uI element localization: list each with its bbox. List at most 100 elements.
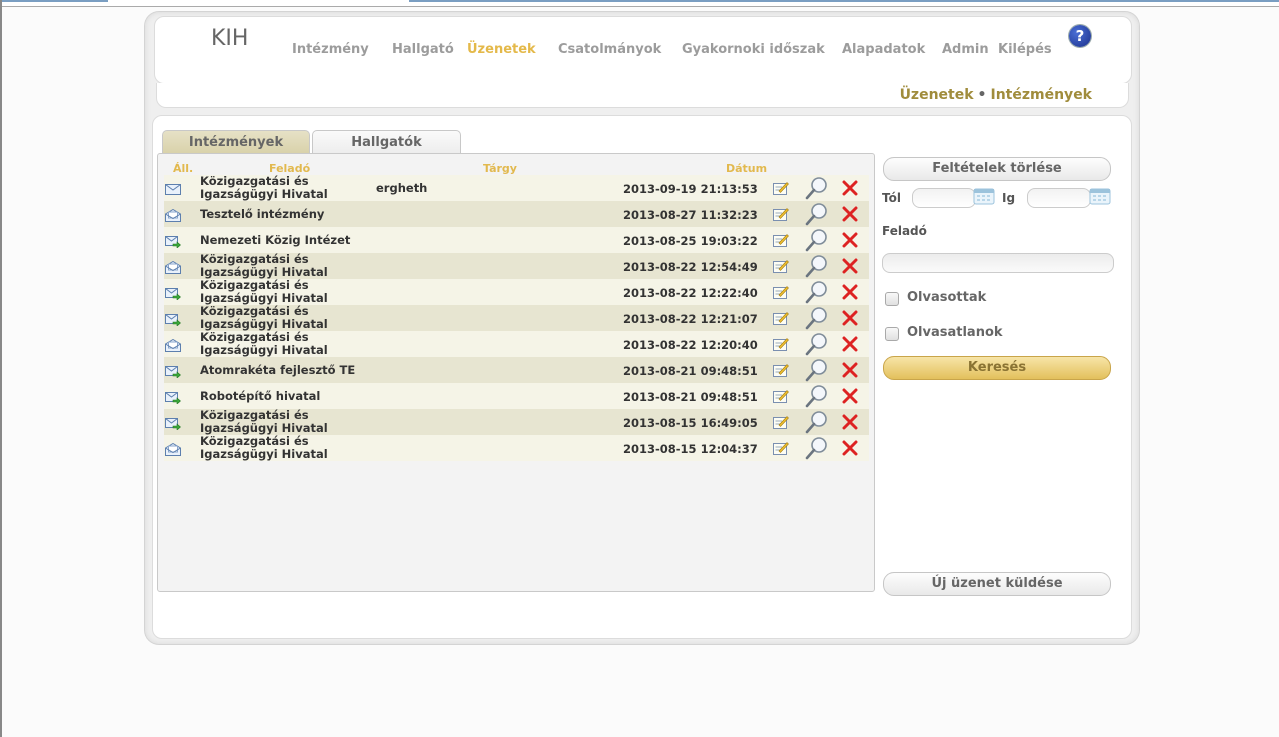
delete-icon[interactable] [842, 440, 858, 456]
delete-icon[interactable] [842, 362, 858, 378]
row-date: 2013-08-27 11:32:23 [623, 208, 758, 222]
tab-intezmenyek[interactable]: Intézmények [162, 130, 310, 155]
column-header-status: Áll. [173, 162, 194, 175]
envelope-open-icon [165, 207, 181, 222]
row-sender: Nemezeti Közig Intézet [200, 232, 351, 247]
nav-alapadatok[interactable]: Alapadatok [842, 42, 925, 57]
envelope-forward-icon [165, 363, 181, 379]
nav-gyakornoki-idoszak[interactable]: Gyakornoki időszak [682, 42, 825, 57]
magnifier-icon[interactable] [805, 436, 829, 460]
envelope-forward-icon [165, 233, 181, 249]
help-icon[interactable]: ? [1069, 25, 1091, 47]
row-date: 2013-08-25 19:03:22 [623, 234, 758, 248]
nav-csatolmanyok[interactable]: Csatolmányok [558, 42, 661, 57]
column-header-subject: Tárgy [483, 162, 517, 175]
sender-filter-input[interactable] [882, 253, 1114, 273]
table-row[interactable]: Közigazgatási és Igazságügyi Hivatal 2013… [164, 435, 869, 461]
search-button[interactable]: Keresés [883, 356, 1111, 380]
row-sender: Atomrakéta fejlesztő TE [200, 362, 356, 377]
delete-icon[interactable] [842, 284, 858, 300]
magnifier-icon[interactable] [805, 280, 829, 304]
edit-icon[interactable] [773, 414, 789, 429]
read-checkbox[interactable] [885, 292, 899, 306]
to-date-label: Ig [1002, 191, 1016, 205]
envelope-forward-icon [165, 389, 181, 405]
calendar-icon[interactable] [973, 188, 995, 205]
envelope-forward-icon [165, 415, 181, 431]
row-date: 2013-08-22 12:54:49 [623, 260, 758, 274]
clear-filters-button[interactable]: Feltételek törlése [883, 157, 1111, 181]
edit-icon[interactable] [773, 336, 789, 351]
table-row[interactable]: Közigazgatási és Igazságügyi Hivatal 2013… [164, 409, 869, 435]
browser-top-edge-mark [2, 0, 108, 2]
to-date-input[interactable] [1027, 188, 1091, 208]
row-sender: Közigazgatási és Igazságügyi Hivatal [200, 174, 328, 201]
magnifier-icon[interactable] [805, 202, 829, 226]
table-row[interactable]: Robotépítő hivatal 2013-08-21 09:48:51 [164, 383, 869, 409]
edit-icon[interactable] [773, 362, 789, 377]
read-checkbox-label: Olvasottak [907, 290, 987, 305]
from-date-input[interactable] [912, 188, 976, 208]
row-date: 2013-08-22 12:21:07 [623, 312, 758, 326]
edit-icon[interactable] [773, 206, 789, 221]
unread-checkbox-label: Olvasatlanok [907, 325, 1003, 340]
new-message-button[interactable]: Új üzenet küldése [883, 572, 1111, 596]
breadcrumb-item-intezmenyek[interactable]: Intézmények [991, 87, 1093, 103]
unread-checkbox[interactable] [885, 327, 899, 341]
breadcrumb-separator: • [977, 87, 987, 103]
delete-icon[interactable] [842, 258, 858, 274]
row-sender: Közigazgatási és Igazságügyi Hivatal [200, 278, 328, 305]
delete-icon[interactable] [842, 414, 858, 430]
calendar-icon[interactable] [1089, 188, 1111, 205]
magnifier-icon[interactable] [805, 358, 829, 382]
app-logo: KIH [211, 26, 249, 51]
delete-icon[interactable] [842, 232, 858, 248]
edit-icon[interactable] [773, 440, 789, 455]
from-date-label: Tól [882, 191, 901, 205]
row-sender: Tesztelő intézmény [200, 206, 325, 221]
magnifier-icon[interactable] [805, 176, 829, 200]
edit-icon[interactable] [773, 180, 789, 195]
table-row[interactable]: Közigazgatási és Igazságügyi Hivatal 2013… [164, 305, 869, 331]
table-row[interactable]: Nemezeti Közig Intézet 2013-08-25 19:03:2… [164, 227, 869, 253]
table-row[interactable]: Közigazgatási és Igazságügyi Hivatal ergh… [164, 175, 869, 201]
breadcrumb-item-uzenetek[interactable]: Üzenetek [900, 87, 974, 103]
nav-admin[interactable]: Admin [942, 42, 989, 57]
delete-icon[interactable] [842, 336, 858, 352]
table-row[interactable]: Közigazgatási és Igazságügyi Hivatal 2013… [164, 253, 869, 279]
delete-icon[interactable] [842, 388, 858, 404]
table-row[interactable]: Tesztelő intézmény 2013-08-27 11:32:23 [164, 201, 869, 227]
delete-icon[interactable] [842, 206, 858, 222]
magnifier-icon[interactable] [805, 306, 829, 330]
delete-icon[interactable] [842, 310, 858, 326]
edit-icon[interactable] [773, 232, 789, 247]
nav-uzenetek[interactable]: Üzenetek [467, 42, 536, 57]
magnifier-icon[interactable] [805, 410, 829, 434]
edit-icon[interactable] [773, 284, 789, 299]
magnifier-icon[interactable] [805, 384, 829, 408]
edit-icon[interactable] [773, 258, 789, 273]
magnifier-icon[interactable] [805, 228, 829, 252]
row-date: 2013-08-21 09:48:51 [623, 364, 758, 378]
edit-icon[interactable] [773, 388, 789, 403]
row-sender: Közigazgatási és Igazságügyi Hivatal [200, 252, 328, 279]
row-date: 2013-08-22 12:22:40 [623, 286, 758, 300]
browser-top-edge-mark [409, 0, 1279, 2]
nav-hallgato[interactable]: Hallgató [392, 42, 454, 57]
delete-icon[interactable] [842, 180, 858, 196]
nav-intezmeny[interactable]: Intézmény [292, 42, 369, 57]
table-row[interactable]: Közigazgatási és Igazságügyi Hivatal 2013… [164, 331, 869, 357]
envelope-open-icon [165, 441, 181, 456]
row-sender: Robotépítő hivatal [200, 388, 321, 403]
nav-kilepes[interactable]: Kilépés [998, 42, 1052, 57]
table-row[interactable]: Közigazgatási és Igazságügyi Hivatal 2013… [164, 279, 869, 305]
magnifier-icon[interactable] [805, 254, 829, 278]
tab-hallgatok[interactable]: Hallgatók [312, 130, 461, 155]
row-date: 2013-09-19 21:13:53 [623, 182, 758, 196]
magnifier-icon[interactable] [805, 332, 829, 356]
row-date: 2013-08-22 12:20:40 [623, 338, 758, 352]
envelope-closed-icon [165, 181, 181, 195]
edit-icon[interactable] [773, 310, 789, 325]
row-sender: Közigazgatási és Igazságügyi Hivatal [200, 408, 328, 435]
table-row[interactable]: Atomrakéta fejlesztő TE 2013-08-21 09:48:… [164, 357, 869, 383]
